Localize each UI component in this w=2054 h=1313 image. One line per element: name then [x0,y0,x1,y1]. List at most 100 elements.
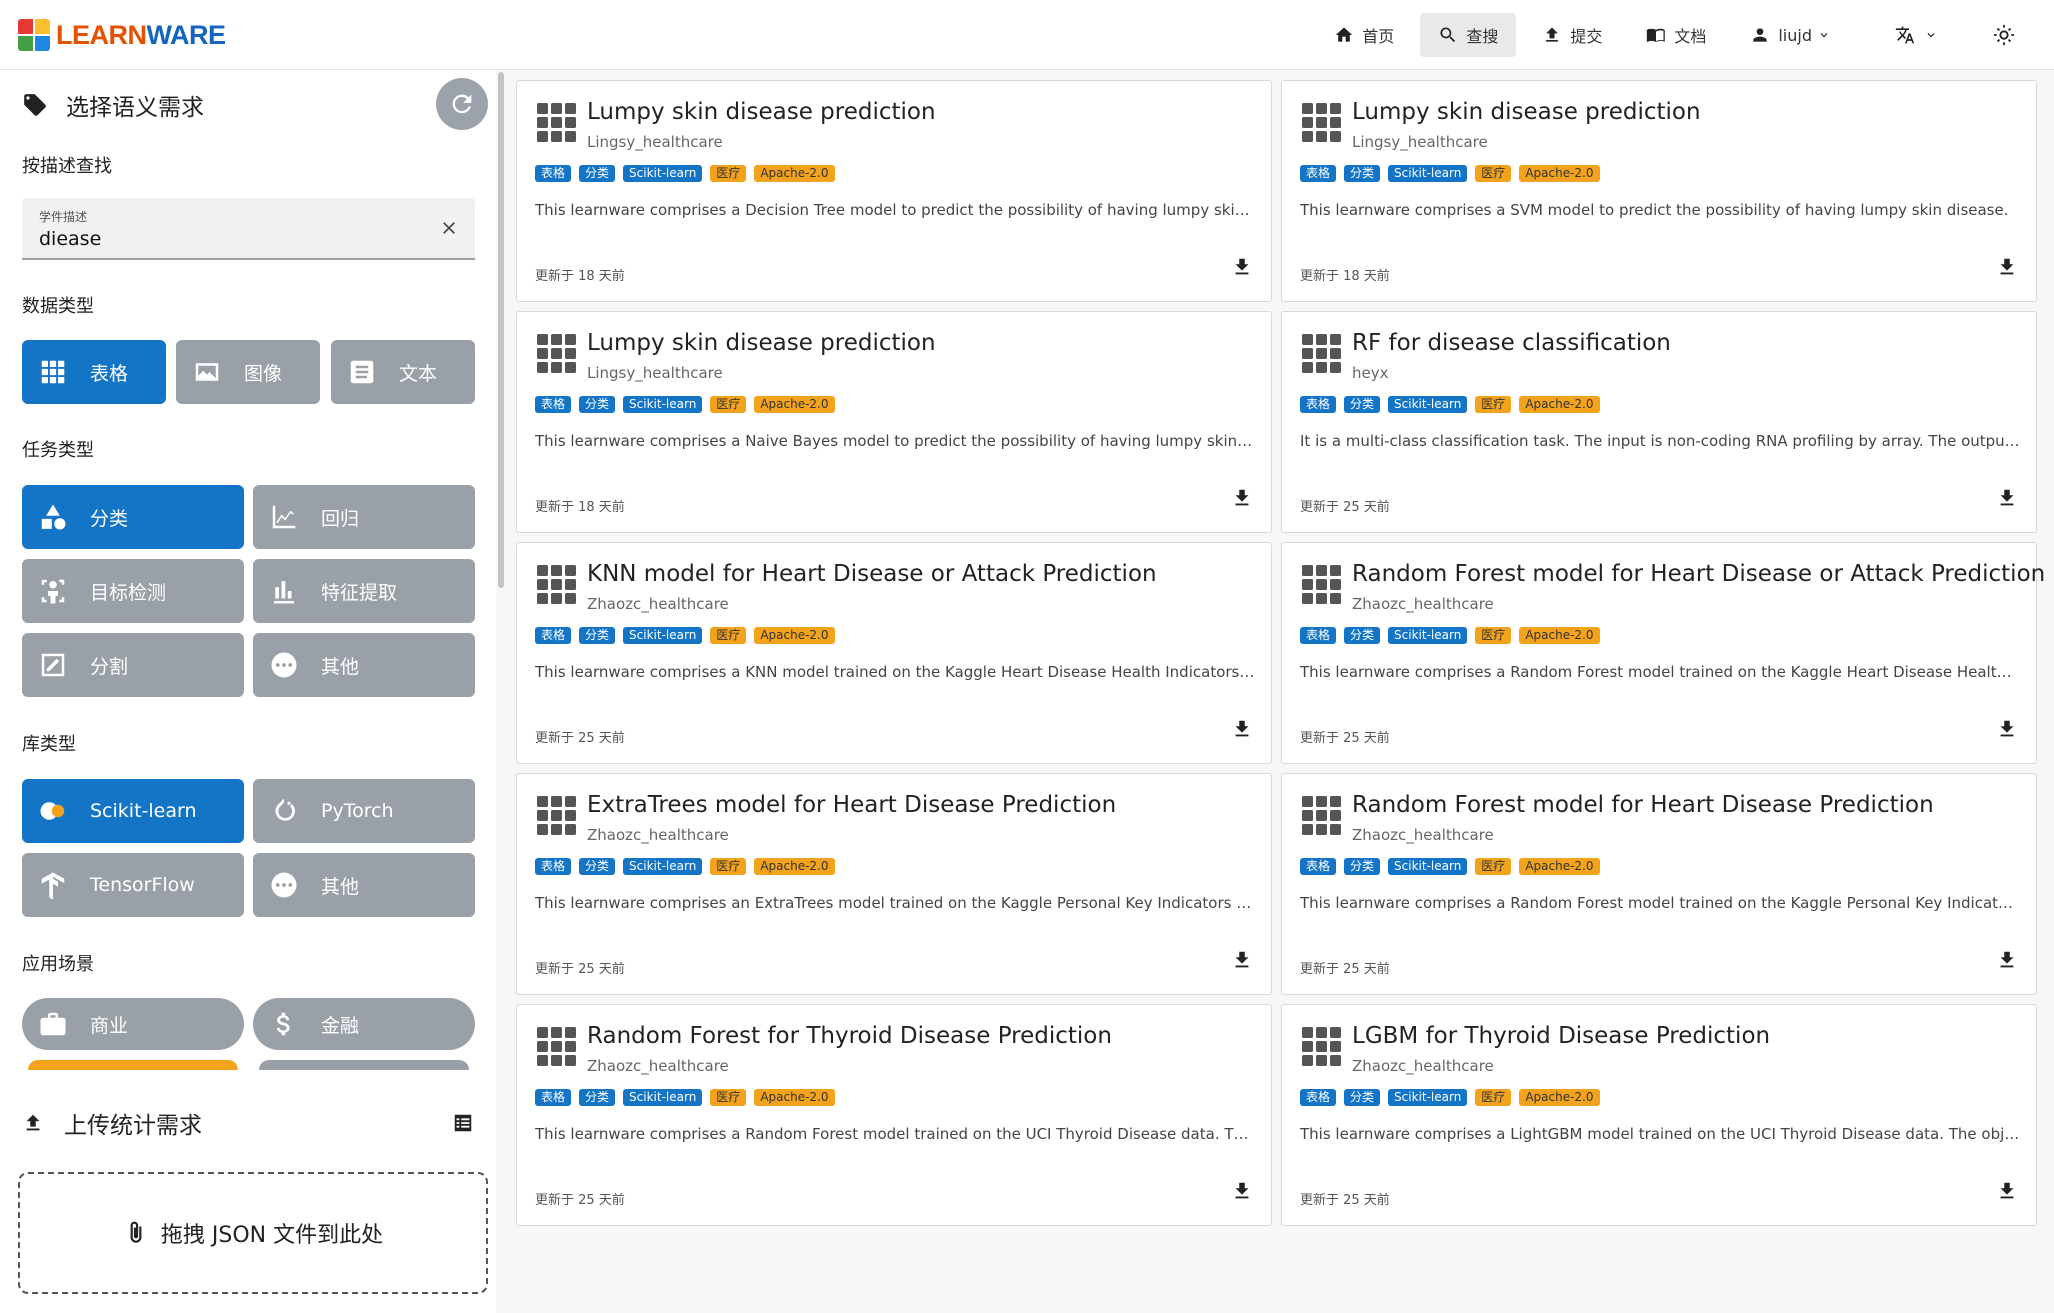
learnware-card[interactable]: Random Forest model for Heart Disease Pr… [1281,773,2037,995]
card-tag[interactable]: Scikit-learn [1388,627,1468,644]
card-tag[interactable]: 表格 [1300,1089,1337,1106]
card-tag[interactable]: 表格 [1300,858,1337,875]
learnware-card[interactable]: LGBM for Thyroid Disease Prediction Zhao… [1281,1004,2037,1226]
card-tag[interactable]: 表格 [1300,396,1337,413]
card-title[interactable]: RF for disease classification [1352,330,1671,356]
card-tag[interactable]: 医疗 [710,165,747,182]
card-tag[interactable]: 医疗 [710,396,747,413]
download-icon[interactable] [1231,487,1253,509]
card-tag[interactable]: Apache-2.0 [754,858,835,875]
nav-search[interactable]: 查搜 [1420,13,1517,57]
card-tag[interactable]: Apache-2.0 [754,627,835,644]
card-tag[interactable]: 表格 [535,858,572,875]
filter-scroll-area[interactable]: 选择语义需求 按描述查找 学件描述 diease 数据类型 表格 图像 文本 任… [0,70,496,1070]
download-icon[interactable] [1231,256,1253,278]
card-tag[interactable]: Apache-2.0 [1519,396,1600,413]
table-icon[interactable] [452,1112,474,1134]
card-tag[interactable]: 医疗 [710,858,747,875]
card-title[interactable]: Random Forest for Thyroid Disease Predic… [587,1023,1112,1049]
card-title[interactable]: Lumpy skin disease prediction [587,330,936,356]
library-tensorflow-button[interactable]: TensorFlow [22,853,244,917]
card-tag[interactable]: Scikit-learn [623,396,703,413]
card-tag[interactable]: 表格 [535,627,572,644]
download-icon[interactable] [1996,256,2018,278]
reset-filters-button[interactable] [436,78,488,130]
card-tag[interactable]: 医疗 [1475,396,1512,413]
download-icon[interactable] [1996,949,2018,971]
nav-home[interactable]: 首页 [1316,13,1412,57]
card-tag[interactable]: Apache-2.0 [1519,627,1600,644]
download-icon[interactable] [1231,1180,1253,1202]
brand-logo[interactable]: LEARNWARE [18,17,226,53]
card-tag[interactable]: 表格 [1300,165,1337,182]
learnware-card[interactable]: KNN model for Heart Disease or Attack Pr… [516,542,1272,764]
learnware-card[interactable]: RF for disease classification heyx 表格 分类 S… [1281,311,2037,533]
card-tag[interactable]: 医疗 [1475,627,1512,644]
card-tag[interactable]: Apache-2.0 [754,165,835,182]
card-tag[interactable]: 分类 [1344,396,1381,413]
learnware-card[interactable]: Lumpy skin disease prediction Lingsy_hea… [516,311,1272,533]
card-tag[interactable]: Scikit-learn [1388,396,1468,413]
scenario-finance-button[interactable]: 金融 [253,998,475,1050]
card-tag[interactable]: 医疗 [1475,1089,1512,1106]
task-type-feature-extraction-button[interactable]: 特征提取 [253,559,475,623]
card-tag[interactable]: Apache-2.0 [1519,165,1600,182]
sidebar-scrollbar[interactable] [498,72,504,588]
card-tag[interactable]: 表格 [1300,627,1337,644]
download-icon[interactable] [1231,718,1253,740]
card-tag[interactable]: 医疗 [1475,165,1512,182]
card-title[interactable]: Random Forest model for Heart Disease or… [1352,561,2045,587]
data-type-text-button[interactable]: 文本 [331,340,475,404]
search-input-value[interactable]: diease [39,228,101,250]
card-tag[interactable]: 分类 [579,858,616,875]
card-tag[interactable]: Scikit-learn [623,1089,703,1106]
task-type-detection-button[interactable]: 目标检测 [22,559,244,623]
nav-docs[interactable]: 文档 [1628,13,1724,57]
card-title[interactable]: Lumpy skin disease prediction [1352,99,1701,125]
learnware-card[interactable]: Lumpy skin disease prediction Lingsy_hea… [516,80,1272,302]
card-tag[interactable]: 分类 [1344,1089,1381,1106]
learnware-card[interactable]: Lumpy skin disease prediction Lingsy_hea… [1281,80,2037,302]
scenario-business-button[interactable]: 商业 [22,998,244,1050]
download-icon[interactable] [1996,487,2018,509]
card-tag[interactable]: Apache-2.0 [1519,858,1600,875]
theme-toggle[interactable] [1982,13,2026,57]
card-tag[interactable]: 表格 [535,165,572,182]
card-title[interactable]: ExtraTrees model for Heart Disease Predi… [587,792,1116,818]
card-tag[interactable]: Scikit-learn [623,627,703,644]
card-tag[interactable]: 医疗 [1475,858,1512,875]
card-tag[interactable]: 分类 [579,165,616,182]
card-title[interactable]: KNN model for Heart Disease or Attack Pr… [587,561,1157,587]
task-type-classification-button[interactable]: 分类 [22,485,244,549]
card-title[interactable]: Random Forest model for Heart Disease Pr… [1352,792,1934,818]
download-icon[interactable] [1996,718,2018,740]
card-tag[interactable]: Scikit-learn [1388,165,1468,182]
language-menu[interactable] [1877,13,1956,57]
card-tag[interactable]: 分类 [1344,858,1381,875]
data-type-table-button[interactable]: 表格 [22,340,166,404]
card-tag[interactable]: 医疗 [710,627,747,644]
card-title[interactable]: Lumpy skin disease prediction [587,99,936,125]
card-tag[interactable]: 表格 [535,396,572,413]
download-icon[interactable] [1996,1180,2018,1202]
card-tag[interactable]: 医疗 [710,1089,747,1106]
card-tag[interactable]: 分类 [579,1089,616,1106]
card-tag[interactable]: Apache-2.0 [1519,1089,1600,1106]
task-type-regression-button[interactable]: 回归 [253,485,475,549]
learnware-card[interactable]: Random Forest for Thyroid Disease Predic… [516,1004,1272,1226]
card-tag[interactable]: Scikit-learn [1388,1089,1468,1106]
learnware-card[interactable]: ExtraTrees model for Heart Disease Predi… [516,773,1272,995]
learnware-card[interactable]: Random Forest model for Heart Disease or… [1281,542,2045,764]
task-type-other-button[interactable]: 其他 [253,633,475,697]
card-tag[interactable]: 分类 [1344,627,1381,644]
download-icon[interactable] [1231,949,1253,971]
card-tag[interactable]: Scikit-learn [623,858,703,875]
card-tag[interactable]: Scikit-learn [1388,858,1468,875]
card-tag[interactable]: 分类 [1344,165,1381,182]
card-tag[interactable]: 表格 [535,1089,572,1106]
library-other-button[interactable]: 其他 [253,853,475,917]
card-tag[interactable]: Scikit-learn [623,165,703,182]
library-sklearn-button[interactable]: Scikit-learn [22,779,244,843]
card-title[interactable]: LGBM for Thyroid Disease Prediction [1352,1023,1770,1049]
card-tag[interactable]: 分类 [579,627,616,644]
